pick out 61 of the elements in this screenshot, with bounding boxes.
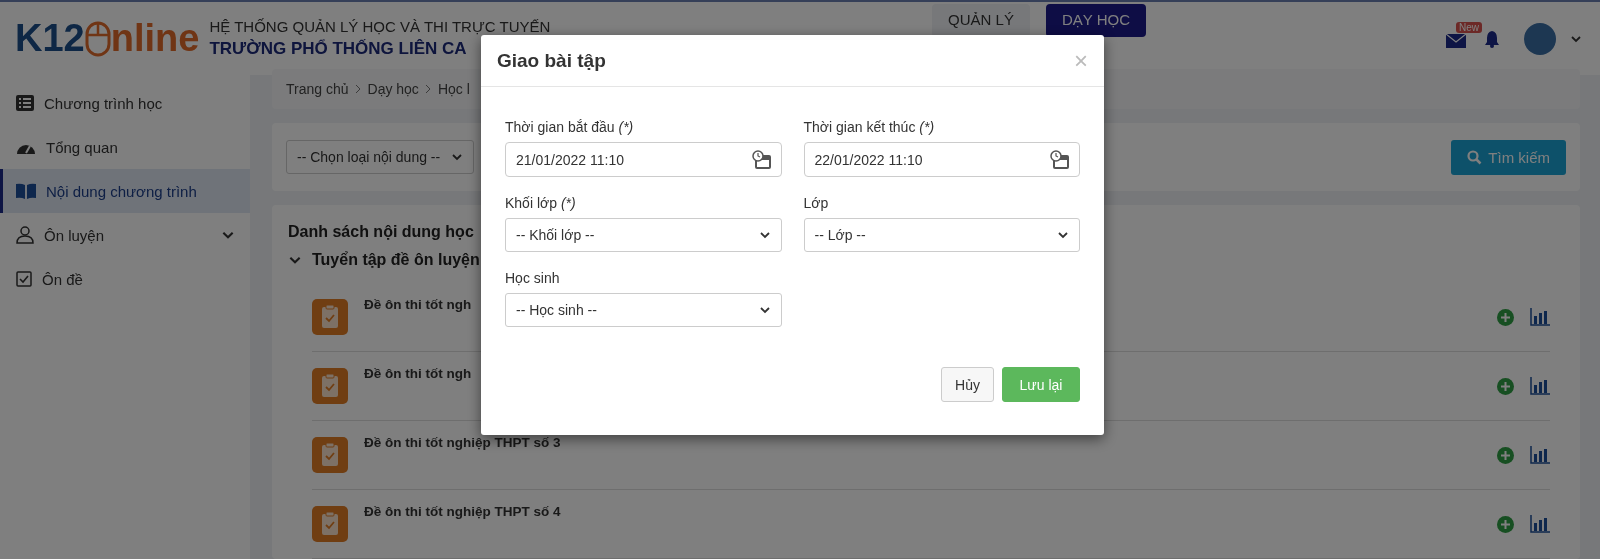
school-name: TRƯỜNG PHỔ THỐNG LIÊN CA <box>209 39 468 59</box>
calendar-clock-icon[interactable] <box>1050 150 1070 170</box>
system-title: HỆ THỐNG QUẢN LÝ HỌC VÀ THI TRỰC TUYẾN <box>209 18 551 35</box>
chevron-right-icon <box>354 84 362 94</box>
group-title[interactable]: Tuyển tập đề ôn luyện <box>312 251 480 269</box>
dialog-title: Giao bài tập <box>497 49 607 72</box>
add-icon[interactable] <box>1497 515 1514 533</box>
content-type-select[interactable]: -- Chọn loại nội dung -- <box>286 140 474 174</box>
field-label: Thời gian kết thúc (*) <box>803 119 936 135</box>
user-icon <box>16 226 34 244</box>
chevron-down-icon <box>758 304 771 316</box>
k12online-logo[interactable]: K12 nline <box>15 17 200 60</box>
search-icon <box>1467 149 1483 165</box>
list-icon <box>16 95 34 111</box>
avatar[interactable] <box>1524 22 1556 55</box>
nav-tab[interactable]: DẠY HỌC <box>1045 4 1146 37</box>
mail-icon[interactable] <box>1446 33 1466 48</box>
chevron-right-icon <box>424 84 432 94</box>
add-icon[interactable] <box>1497 308 1514 326</box>
nav-tab[interactable]: QUẢN LÝ <box>932 4 1030 37</box>
bell-icon[interactable] <box>1484 29 1500 48</box>
datetime-field[interactable]: 22/01/2022 11:10 <box>803 142 1080 177</box>
checkbox-icon <box>16 271 32 287</box>
breadcrumb-link[interactable]: Dạy học <box>367 81 419 97</box>
calendar-clock-icon[interactable] <box>751 150 772 170</box>
sidebar-item[interactable]: Nội dung chương trình <box>0 169 250 213</box>
bar-chart-icon[interactable] <box>1530 446 1550 464</box>
book-icon <box>16 183 36 199</box>
sidebar-item[interactable]: Ôn đề <box>0 257 250 301</box>
clipboard-icon <box>312 506 348 542</box>
chevron-down-icon <box>1057 229 1069 241</box>
bar-chart-icon[interactable] <box>1530 377 1550 395</box>
field-label: Lớp <box>803 195 830 211</box>
clipboard-icon <box>312 368 348 404</box>
cancel-button[interactable]: Hủy <box>941 367 994 402</box>
field-label: Thời gian bắt đầu (*) <box>505 119 635 135</box>
list-title: Danh sách nội dung học <box>288 223 474 241</box>
field-label: Học sinh <box>505 270 561 286</box>
exam-title[interactable]: Đề ôn thi tốt nghiệp THPT số 4 <box>364 504 1481 519</box>
bar-chart-icon[interactable] <box>1530 308 1550 326</box>
add-icon[interactable] <box>1497 377 1514 395</box>
save-button[interactable]: Lưu lại <box>1002 367 1080 402</box>
search-button[interactable]: Tìm kiếm <box>1451 139 1566 175</box>
add-icon[interactable] <box>1497 446 1514 464</box>
select-field[interactable]: -- Lớp -- <box>803 218 1080 252</box>
select-field[interactable]: -- Học sinh -- <box>505 293 782 327</box>
sidebar-item[interactable]: Ôn luyện <box>0 213 250 257</box>
clipboard-icon <box>312 437 348 473</box>
sidebar-item[interactable]: Chương trình học <box>0 81 250 125</box>
breadcrumb-link[interactable]: Học l <box>437 81 470 97</box>
clipboard-icon <box>312 299 348 335</box>
field-label: Khối lớp (*) <box>505 195 577 211</box>
sidebar-item[interactable]: Tổng quan <box>0 125 250 169</box>
new-badge: New <box>1456 21 1482 33</box>
bar-chart-icon[interactable] <box>1530 515 1550 533</box>
breadcrumb-link[interactable]: Trang chủ <box>286 81 349 97</box>
datetime-field[interactable]: 21/01/2022 11:10 <box>505 142 782 177</box>
exam-title[interactable]: Đề ôn thi tốt nghiệp THPT số 3 <box>364 435 1481 450</box>
select-field[interactable]: -- Khối lớp -- <box>505 218 782 252</box>
chevron-down-icon <box>758 229 771 241</box>
chevron-down-icon <box>451 151 463 163</box>
